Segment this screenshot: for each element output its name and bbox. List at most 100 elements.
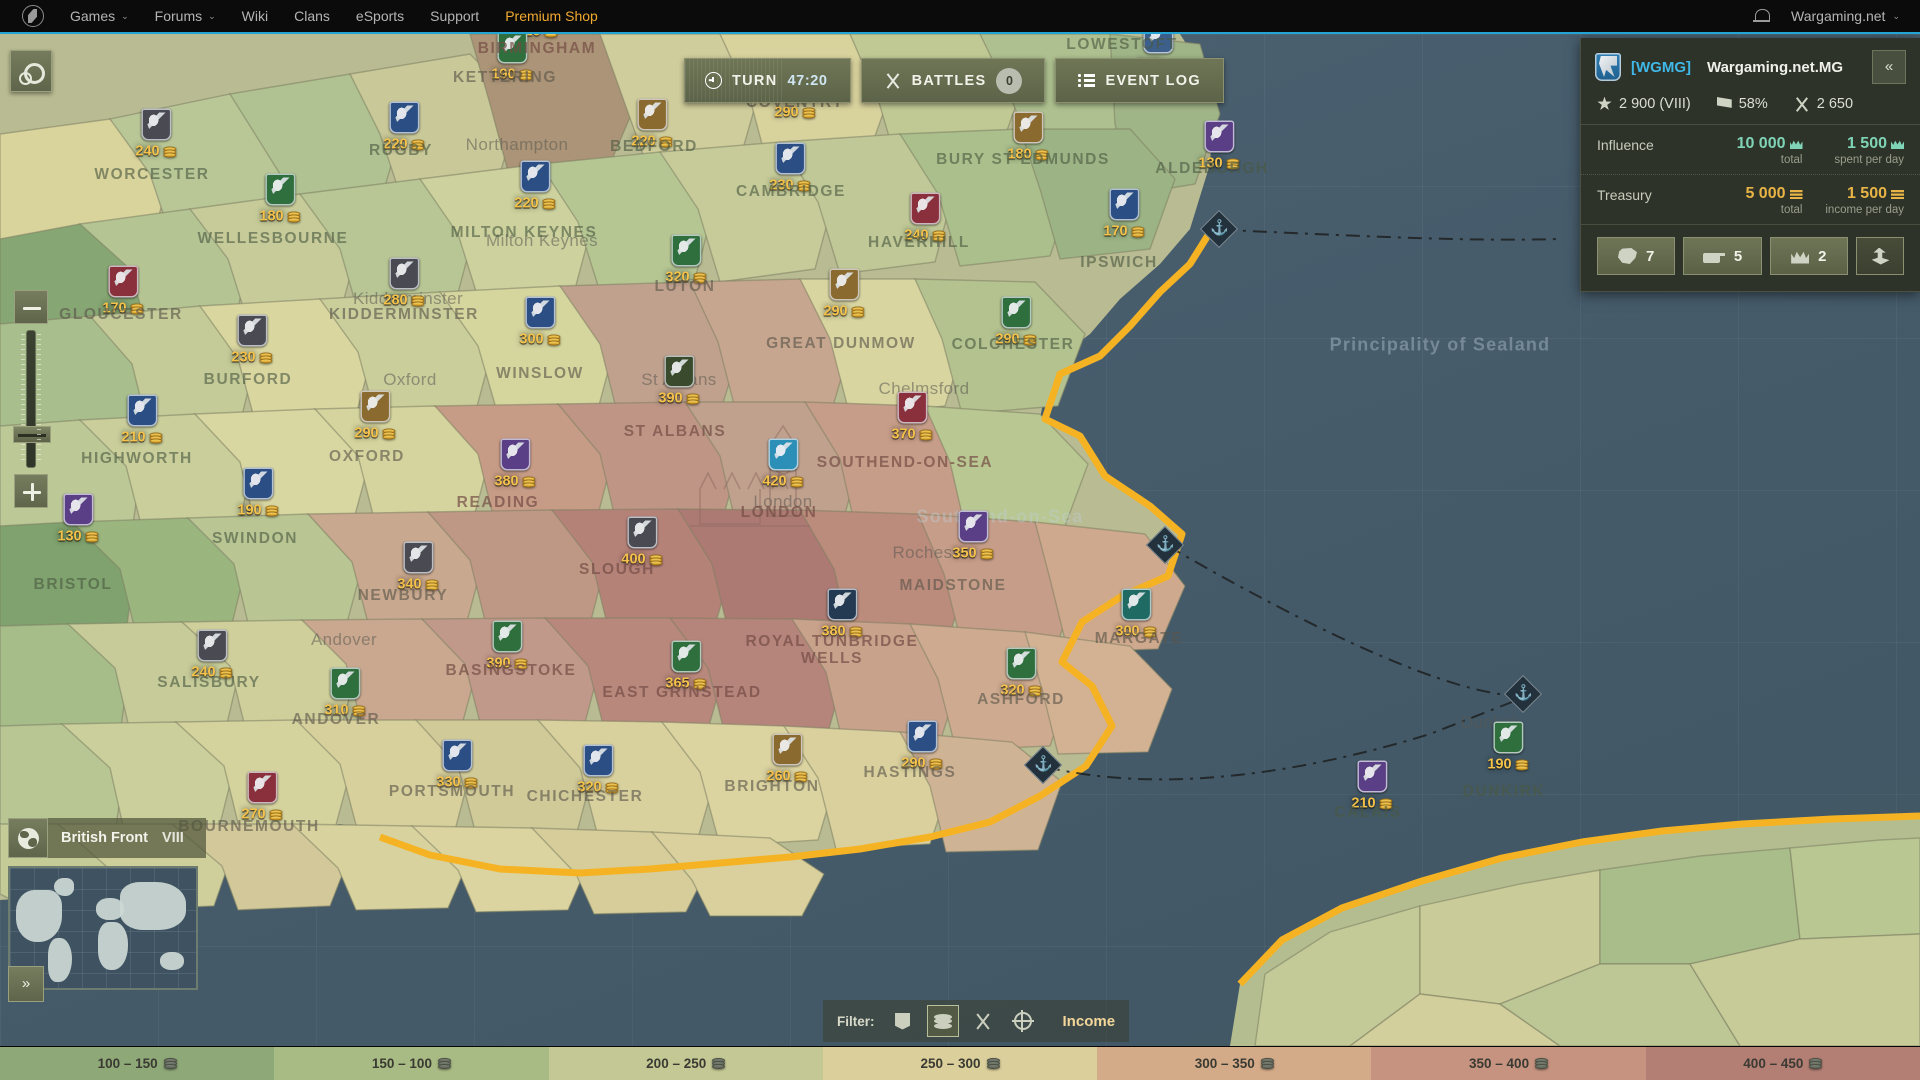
zoom-out-button[interactable] xyxy=(14,290,48,324)
province-marker[interactable]: 220 xyxy=(383,101,425,153)
nav-item-premium-shop[interactable]: Premium Shop xyxy=(505,8,598,24)
province-marker[interactable]: 240 xyxy=(191,629,233,681)
front-selector[interactable]: British Front VIII xyxy=(8,818,206,858)
globe-icon[interactable] xyxy=(8,818,48,858)
coin-icon xyxy=(659,136,673,147)
province-income: 260 xyxy=(766,768,808,785)
province-marker[interactable]: 210 xyxy=(1351,760,1393,812)
clan-emblem-icon xyxy=(388,101,419,134)
province-marker[interactable]: 180 xyxy=(259,173,301,225)
province-marker[interactable]: 300 xyxy=(1115,588,1157,640)
province-marker[interactable]: 390 xyxy=(486,620,528,672)
collapse-panel-button[interactable]: « xyxy=(1872,50,1906,84)
province-marker[interactable]: 290 xyxy=(901,720,943,772)
province-marker[interactable]: 190 xyxy=(237,467,279,519)
province-marker[interactable]: 320 xyxy=(1000,647,1042,699)
province-marker[interactable]: 260 xyxy=(766,733,808,785)
province-marker[interactable]: 190 xyxy=(491,34,533,83)
nav-item-forums[interactable]: Forums ⌄ xyxy=(155,8,216,24)
province-marker[interactable]: 350 xyxy=(952,510,994,562)
province-marker[interactable]: 380 xyxy=(821,588,863,640)
wargaming-logo-icon[interactable] xyxy=(22,5,44,27)
minimap-collapse-button[interactable]: » xyxy=(8,966,44,1002)
province-marker[interactable]: 220 xyxy=(631,98,673,150)
clan-action-province-upgrade[interactable] xyxy=(1855,237,1904,275)
nav-items: Games ⌄ Forums ⌄ Wiki Clans eSports Support Prem… xyxy=(44,8,598,24)
province-marker[interactable]: 370 xyxy=(891,391,933,443)
province-marker[interactable]: 420 xyxy=(762,438,804,490)
province-income-value: 290 xyxy=(823,303,848,320)
province-income-value: 330 xyxy=(436,774,461,791)
province-marker[interactable]: 230 xyxy=(231,314,273,366)
swords-icon xyxy=(1794,97,1810,112)
nav-item-wiki[interactable]: Wiki xyxy=(242,8,268,24)
coin-icon xyxy=(1035,149,1049,160)
bell-icon[interactable] xyxy=(1753,8,1771,25)
province-marker[interactable]: 310 xyxy=(324,667,366,719)
province-income: 320 xyxy=(665,270,707,286)
province-income: 370 xyxy=(891,427,933,443)
province-marker[interactable]: 320 xyxy=(665,234,707,286)
clan-name[interactable]: Wargaming.net.MG xyxy=(1707,59,1843,76)
province-marker[interactable]: 170 xyxy=(1103,188,1145,240)
province-marker[interactable]: 340 xyxy=(397,541,439,593)
province-marker[interactable]: 130 xyxy=(57,493,99,545)
account-menu[interactable]: Wargaming.net ⌄ xyxy=(1791,8,1900,24)
nav-item-clans[interactable]: Clans xyxy=(294,8,330,24)
turn-timer-button[interactable]: TURN 47:20 xyxy=(684,58,851,103)
province-marker[interactable]: 380 xyxy=(494,438,536,490)
province-marker[interactable]: 290 xyxy=(823,268,865,320)
turn-time: 47:20 xyxy=(787,72,828,89)
nav-item-support[interactable]: Support xyxy=(430,8,479,24)
battles-button[interactable]: BATTLES 0 xyxy=(860,58,1046,103)
filter-banner-button[interactable] xyxy=(887,1005,919,1037)
province-marker[interactable]: 400 xyxy=(621,516,663,568)
province-marker[interactable]: 290 xyxy=(995,296,1037,348)
province-marker[interactable]: 170 xyxy=(102,265,144,317)
province-income: 320 xyxy=(577,780,619,796)
swords-icon xyxy=(884,73,902,89)
clan-emblem-icon xyxy=(582,744,613,777)
province-marker[interactable]: 320 xyxy=(577,744,619,796)
zoom-in-button[interactable] xyxy=(14,474,48,508)
nav-item-games[interactable]: Games ⌄ xyxy=(70,8,129,24)
province-marker[interactable]: 180 xyxy=(1007,111,1049,163)
province-income: 380 xyxy=(821,624,863,640)
province-marker[interactable]: 270 xyxy=(241,771,283,823)
province-marker[interactable]: 290 xyxy=(354,390,396,442)
province-income-value: 260 xyxy=(766,768,791,785)
clan-action-crown[interactable]: 2 xyxy=(1769,237,1848,275)
zoom-slider-track[interactable] xyxy=(13,330,51,468)
province-marker[interactable]: 220 xyxy=(514,160,556,212)
income-legend: 100 – 150 150 – 100 200 – 250 250 – 300 300 … xyxy=(0,1046,1920,1080)
province-marker[interactable]: 280 xyxy=(383,257,425,309)
province-income-value: 210 xyxy=(121,429,146,446)
zoom-slider-handle[interactable] xyxy=(13,426,51,444)
province-marker[interactable]: 390 xyxy=(658,355,700,407)
province-marker[interactable]: 240 xyxy=(135,108,177,160)
clan-emblem-icon xyxy=(1108,188,1139,221)
province-marker[interactable]: 365 xyxy=(665,640,707,692)
province-marker[interactable]: 230 xyxy=(769,142,811,194)
filter-target-button[interactable] xyxy=(1007,1005,1039,1037)
province-marker[interactable]: 190 xyxy=(1487,721,1529,773)
province-income: 400 xyxy=(621,552,663,568)
province-marker[interactable]: 240 xyxy=(904,192,946,244)
nav-item-esports[interactable]: eSports xyxy=(356,8,404,24)
province-marker[interactable]: 300 xyxy=(519,296,561,348)
province-income-value: 240 xyxy=(904,227,929,244)
resource-total-sub: total xyxy=(1780,204,1803,216)
settings-gear-icon[interactable] xyxy=(10,50,52,92)
province-marker[interactable]: 130 xyxy=(1198,120,1240,172)
clan-tag[interactable]: [WGMG] xyxy=(1631,59,1691,76)
clan-emblem-icon xyxy=(499,438,530,471)
resource-label: Treasury xyxy=(1597,187,1652,203)
province-marker[interactable]: 210 xyxy=(121,394,163,446)
clan-action-division-tank[interactable]: 5 xyxy=(1683,237,1762,275)
filter-income-button[interactable] xyxy=(926,1005,959,1037)
event-log-button[interactable]: EVENT LOG xyxy=(1055,58,1224,103)
province-marker[interactable]: 330 xyxy=(436,739,478,791)
filter-battles-button[interactable] xyxy=(967,1005,999,1037)
clan-action-province[interactable]: 7 xyxy=(1597,237,1676,275)
clan-emblem-icon xyxy=(140,108,171,141)
